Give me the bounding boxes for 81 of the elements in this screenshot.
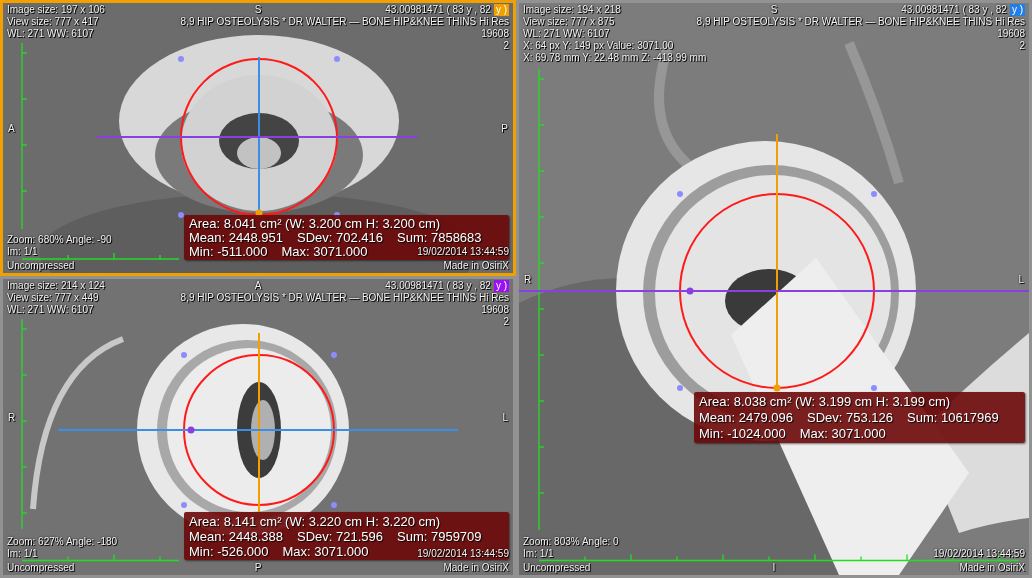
roi-handle[interactable] bbox=[181, 502, 187, 508]
orientation-label: R bbox=[8, 412, 16, 424]
orientation-label: R bbox=[524, 274, 532, 286]
view-info-line: Zoom: 803% Angle: 0 bbox=[523, 536, 619, 548]
roi-handle[interactable] bbox=[178, 212, 184, 218]
orientation-label: P bbox=[501, 123, 508, 135]
roi-handle[interactable] bbox=[334, 56, 340, 62]
roi-handle[interactable] bbox=[871, 191, 877, 197]
roi-stat-text: Area: 8.038 cm² (W: 3.199 cm H: 3.199 cm) bbox=[699, 394, 951, 410]
view-info-line: Im: 1/1 bbox=[7, 246, 38, 258]
roi-stat-text: Max: 3071.000 bbox=[281, 245, 368, 259]
coordinate-text: 43.00981471 ( 83 y , 82 bbox=[901, 4, 1007, 16]
series-info-line: 19608 bbox=[481, 304, 509, 316]
orientation-label: S bbox=[254, 4, 262, 16]
coordinate-text: 43.00981471 ( 83 y , 82 bbox=[385, 4, 491, 16]
roi-handle[interactable] bbox=[677, 385, 683, 391]
coordinate-text: 43.00981471 ( 83 y , 82 bbox=[385, 280, 491, 292]
roi-stat-text: SDev: 753.126 bbox=[806, 410, 893, 426]
orientation-label: L bbox=[502, 412, 508, 424]
roi-stat-text: Area: 8.041 cm² (W: 3.200 cm H: 3.200 cm) bbox=[189, 217, 441, 231]
reference-point-handle[interactable] bbox=[187, 426, 195, 434]
roi-stat-text: SDev: 721.596 bbox=[296, 529, 383, 544]
orientation-label: A bbox=[254, 280, 262, 292]
series-info-line: 2 bbox=[1019, 40, 1025, 52]
orientation-label: P bbox=[254, 562, 262, 574]
view-info-line: Uncompressed bbox=[7, 260, 75, 272]
roi-handle[interactable] bbox=[331, 352, 337, 358]
roi-stat-text: Min: -1024.000 bbox=[699, 426, 786, 442]
series-info-line: 2 bbox=[503, 40, 509, 52]
roi-stat-text: Sum: 7959709 bbox=[397, 529, 482, 544]
study-info-line: Made in OsiriX bbox=[443, 562, 509, 574]
reference-point-handle[interactable] bbox=[773, 384, 781, 392]
study-info-line: Made in OsiriX bbox=[959, 562, 1025, 574]
image-info-line: X: 64 px Y: 149 px Value: 3071.00 bbox=[523, 40, 674, 52]
roi-stat-text: Sum: 10617969 bbox=[907, 410, 999, 426]
orientation-label: I bbox=[772, 562, 776, 574]
view-info-line: Uncompressed bbox=[523, 562, 591, 574]
series-title: 8,9 HIP OSTEOLYSIS * DR WALTER — BONE HIP&KNEE THINS Hi Res bbox=[180, 16, 509, 28]
image-info-line: View size: 777 x 875 bbox=[523, 16, 615, 28]
image-info-line: WL: 271 WW: 6107 bbox=[7, 304, 94, 316]
orientation-label: S bbox=[770, 4, 778, 16]
view-info-line: Im: 1/1 bbox=[523, 548, 554, 560]
roi-stat-text: Area: 8.141 cm² (W: 3.220 cm H: 3.220 cm) bbox=[189, 514, 441, 529]
roi-handle[interactable] bbox=[871, 385, 877, 391]
roi-stat-text: Max: 3071.000 bbox=[799, 426, 886, 442]
roi-stat-text: SDev: 702.416 bbox=[296, 231, 383, 245]
study-info-line: Made in OsiriX bbox=[443, 260, 509, 272]
series-title: 8,9 HIP OSTEOLYSIS * DR WALTER — BONE HIP&KNEE THINS Hi Res bbox=[180, 292, 509, 304]
series-info-line: 19608 bbox=[481, 28, 509, 40]
roi-stat-text: Mean: 2479.096 bbox=[699, 410, 793, 426]
image-info-line: X: 69.78 mm Y: 22.48 mm Z: -413.99 mm bbox=[523, 52, 707, 64]
image-info-line: View size: 777 x 449 bbox=[7, 292, 99, 304]
roi-stat-text: Mean: 2448.951 bbox=[189, 231, 283, 245]
image-info-line: Image size: 197 x 106 bbox=[7, 4, 105, 16]
study-info-line: 19/02/2014 13:44:59 bbox=[417, 246, 509, 258]
image-info-line: View size: 777 x 417 bbox=[7, 16, 99, 28]
roi-handle[interactable] bbox=[178, 56, 184, 62]
roi-stat-text: Sum: 7858683 bbox=[397, 231, 482, 245]
image-info-line: Image size: 194 x 218 bbox=[523, 4, 621, 16]
view-info-line: Zoom: 680% Angle: -90 bbox=[7, 234, 112, 246]
roi-stat-text: Max: 3071.000 bbox=[282, 544, 369, 559]
series-info-line: 2 bbox=[503, 316, 509, 328]
orientation-label: A bbox=[8, 123, 15, 135]
reference-point-handle[interactable] bbox=[686, 287, 694, 295]
image-info-line: WL: 271 WW: 6107 bbox=[523, 28, 610, 40]
image-info-line: WL: 271 WW: 6107 bbox=[7, 28, 94, 40]
view-info-line: Uncompressed bbox=[7, 562, 75, 574]
study-info-line: 19/02/2014 13:44:59 bbox=[933, 548, 1025, 560]
roi-stat-text: Min: -526.000 bbox=[189, 544, 269, 559]
orientation-label: L bbox=[1018, 274, 1024, 286]
roi-handle[interactable] bbox=[677, 191, 683, 197]
roi-handle[interactable] bbox=[331, 502, 337, 508]
series-title: 8,9 HIP OSTEOLYSIS * DR WALTER — BONE HIP&KNEE THINS Hi Res bbox=[696, 16, 1025, 28]
roi-stat-text: Mean: 2448.388 bbox=[189, 529, 283, 544]
study-info-line: 19/02/2014 13:44:59 bbox=[417, 548, 509, 560]
view-info-line: Zoom: 627% Angle: -180 bbox=[7, 536, 118, 548]
series-info-line: 19608 bbox=[997, 28, 1025, 40]
view-info-line: Im: 1/1 bbox=[7, 548, 38, 560]
roi-stat-text: Min: -511.000 bbox=[189, 245, 268, 259]
image-info-line: Image size: 214 x 124 bbox=[7, 280, 105, 292]
roi-handle[interactable] bbox=[181, 352, 187, 358]
